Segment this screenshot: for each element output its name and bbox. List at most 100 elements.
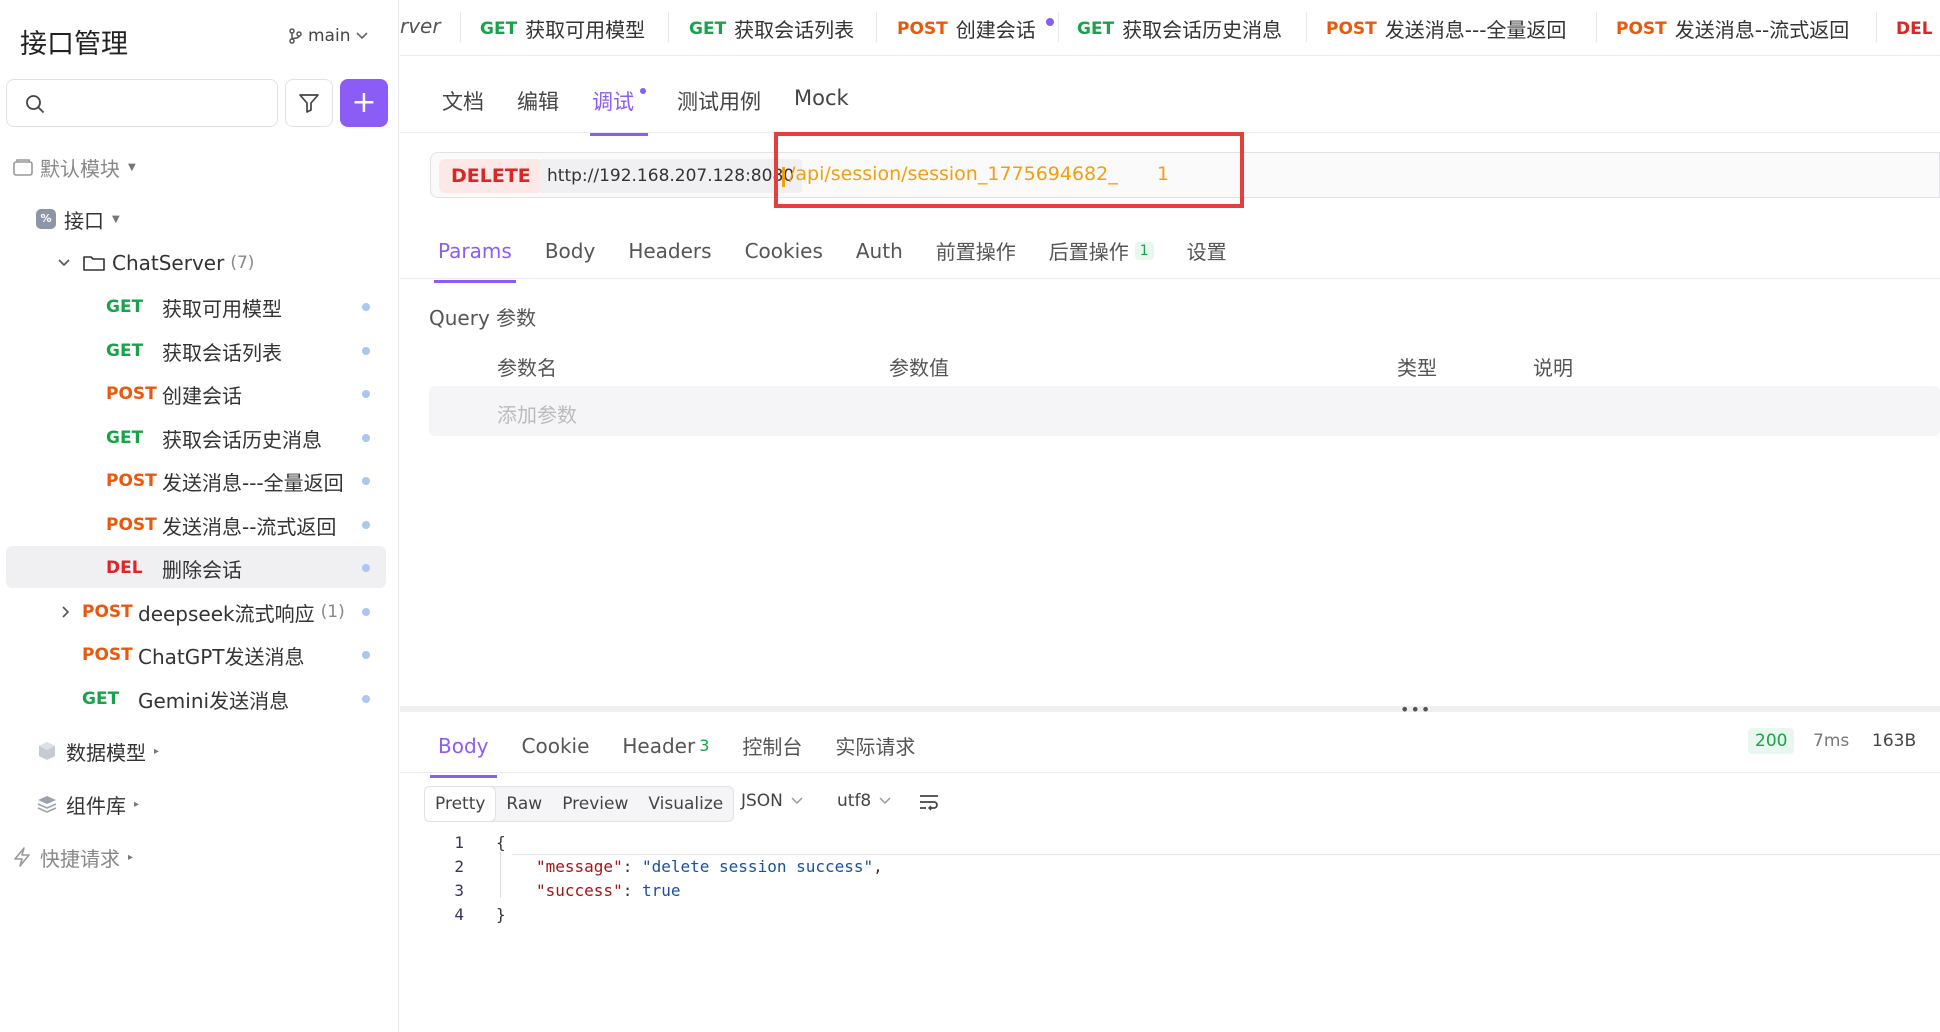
tab-cookies[interactable]: Cookies [745,236,823,265]
tab-label: rver [400,14,441,38]
code-line: 2 "message": "delete session success", [454,857,883,876]
method-badge: GET [106,428,144,448]
tab-header-label: Header [622,733,696,758]
sidebar-item-quick-request[interactable]: 快捷请求 ▸ [12,837,133,877]
tab-docs[interactable]: 文档 [442,86,484,116]
tab[interactable]: GET 获取可用模型 [480,14,645,43]
caret-down-icon: ▼ [128,161,136,173]
list-item[interactable]: GET 获取会话历史消息 [106,418,322,458]
tab-separator [460,12,461,42]
language-select[interactable]: JSON [741,791,803,811]
post-ops-count: 1 [1134,241,1154,260]
list-item[interactable]: POST 发送消息---全量返回 [106,461,344,501]
folder-icon [83,256,105,271]
format-preview[interactable]: Preview [552,787,638,821]
tree-root-module[interactable]: 默认模块 ▼ [12,147,136,187]
response-time: 7ms [1813,731,1850,751]
status-dot [362,521,370,529]
list-item-label: 创建会话 [162,383,242,408]
filter-icon [299,94,319,113]
list-item[interactable]: GET 获取会话列表 [106,331,282,371]
branch-selector[interactable]: main [288,26,369,46]
filter-button[interactable] [285,79,333,127]
tab[interactable]: GET 获取会话列表 [689,14,854,43]
response-code: 1{ 2 "message": "delete session success",… [440,833,883,929]
response-size: 163B [1872,731,1917,751]
add-param-row[interactable]: 添加参数 [429,386,1940,436]
drag-handle-icon[interactable]: ••• [1400,700,1431,719]
branch-icon [289,28,302,44]
chevron-down-icon [356,32,369,40]
list-item-label: 发送消息---全量返回 [162,470,344,495]
format-visualize[interactable]: Visualize [638,787,733,821]
tab-label: 获取会话历史消息 [1122,18,1283,42]
tab-response-cookie[interactable]: Cookie [522,731,590,760]
tab-debug-label: 调试 [592,90,634,114]
list-item[interactable]: POST 发送消息--流式返回 [106,505,336,545]
code-line: 1{ [454,833,506,852]
tab-separator [1306,12,1307,42]
tab-response-body[interactable]: Body [430,731,496,778]
section-label: 组件库 [66,793,126,818]
wrap-button[interactable] [918,793,940,811]
code-line: 3 "success": true [454,881,681,900]
tab-settings[interactable]: 设置 [1187,236,1227,265]
panel-splitter[interactable] [400,706,1940,712]
caret-right-icon: ▸ [128,851,134,863]
sidebar-item-data-model[interactable]: 数据模型 ▸ [36,731,159,771]
tab-label: 发送消息---全量返回 [1384,18,1567,42]
format-pretty[interactable]: Pretty [424,786,497,822]
api-icon: % [36,209,56,229]
layers-icon [37,796,57,813]
tab-pre-ops[interactable]: 前置操作 [936,236,1016,265]
tab-auth[interactable]: Auth [856,236,903,265]
tree-api-group[interactable]: % 接口 ▼ [36,199,120,239]
response-tabs: Body Cookie Header 3 控制台 实际请求 [430,731,948,778]
status-dot [362,347,370,355]
sidebar-item-components[interactable]: 组件库 ▸ [36,784,139,824]
caret-down-icon: ▼ [112,213,120,225]
tab-debug[interactable]: 调试 [590,86,648,136]
chevron-down-icon [58,259,70,267]
tab[interactable]: POST 发送消息---全量返回 [1326,14,1566,43]
column-header-value: 参数值 [889,356,949,380]
wrap-lines-icon [920,795,938,811]
tab[interactable]: rver [400,14,441,38]
method-badge: POST [82,602,133,622]
tree-folder-chatserver[interactable]: ChatServer (7) [58,243,254,283]
tab-edit[interactable]: 编辑 [517,86,559,116]
tab-testcases[interactable]: 测试用例 [677,86,761,116]
list-item[interactable]: POST ChatGPT发送消息 [82,635,305,675]
list-item-deepseek[interactable]: POST deepseek流式响应 (1) [62,592,345,632]
tab-response-header[interactable]: Header 3 [622,731,709,760]
request-tabbar: rver GET 获取可用模型 GET 获取会话列表 POST 创建会话 GET 获取会… [400,0,1940,56]
method-select[interactable]: DELETE [439,159,543,193]
tab-actual-request[interactable]: 实际请求 [835,731,915,760]
tab-label: 创建会话 [955,18,1036,42]
method-badge: GET [106,341,144,361]
list-item-selected[interactable]: DEL 删除会话 [106,548,242,588]
tab[interactable]: GET 获取会话历史消息 [1077,14,1282,43]
tab-post-ops[interactable]: 后置操作 1 [1049,236,1154,265]
tab-separator [668,12,669,42]
list-item[interactable]: POST 创建会话 [106,374,242,414]
view-tabs: 文档 编辑 调试 测试用例 Mock [442,86,882,136]
list-item[interactable]: GET Gemini发送消息 [82,679,289,719]
tab-active[interactable]: DEL删 [1896,14,1940,43]
format-raw[interactable]: Raw [496,787,552,821]
tab[interactable]: POST 发送消息--流式返回 [1616,14,1849,43]
branch-name: main [308,26,351,46]
method-badge: POST [106,384,157,404]
search-input[interactable] [6,79,278,127]
tab-console[interactable]: 控制台 [742,731,802,760]
tab[interactable]: POST 创建会话 [897,14,1054,43]
base-url[interactable]: http://192.168.207.128:8080 [539,159,803,193]
tab-headers[interactable]: Headers [628,236,711,265]
encoding-select[interactable]: utf8 [837,791,891,811]
add-button[interactable]: + [340,79,388,127]
language-value: JSON [741,791,783,811]
list-item[interactable]: GET 获取可用模型 [106,287,282,327]
tab-params[interactable]: Params [434,236,516,283]
tab-body[interactable]: Body [545,236,596,265]
tab-mock[interactable]: Mock [794,86,849,116]
